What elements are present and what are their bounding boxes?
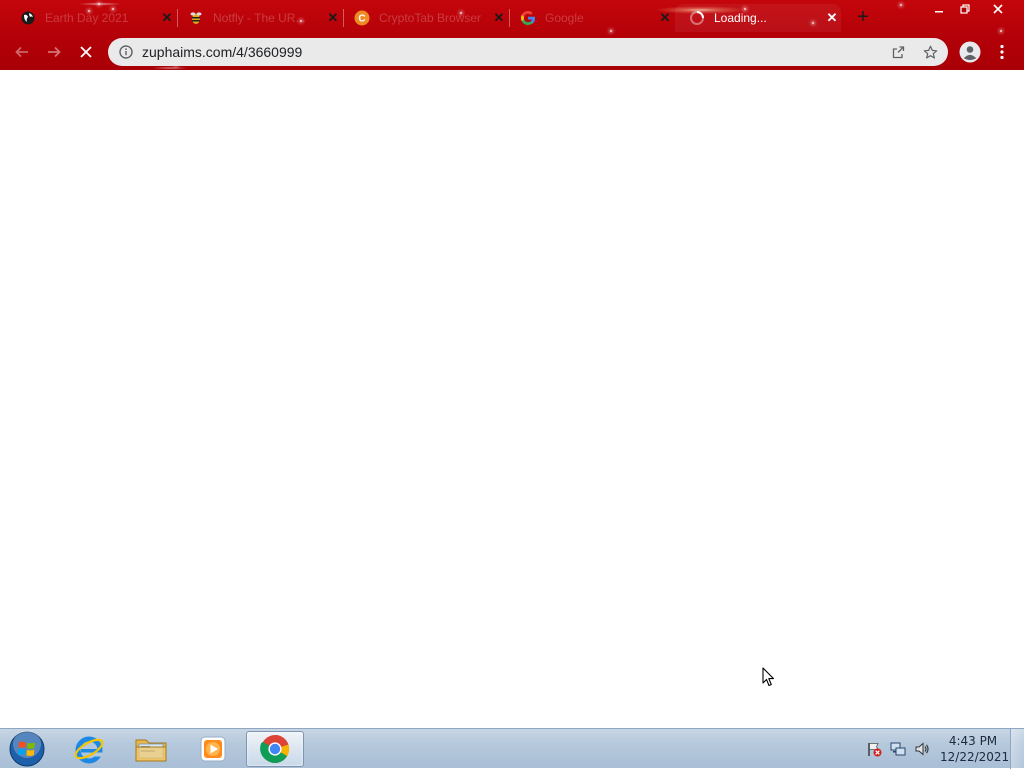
minimize-button[interactable] bbox=[926, 0, 952, 18]
svg-text:C: C bbox=[358, 14, 365, 25]
taskbar-windows-explorer[interactable] bbox=[124, 731, 178, 767]
theme-sparkle bbox=[1000, 30, 1002, 32]
stop-loading-button[interactable] bbox=[74, 40, 98, 64]
bookmark-star-icon[interactable] bbox=[922, 44, 938, 60]
tab-title: Earth Day 2021 bbox=[45, 11, 129, 25]
taskbar-internet-explorer[interactable] bbox=[62, 731, 116, 767]
close-icon[interactable]: ✕ bbox=[823, 9, 841, 27]
theme-sparkle bbox=[900, 4, 902, 6]
back-arrow-icon bbox=[15, 46, 28, 58]
windows-start-orb-icon bbox=[9, 731, 45, 767]
forward-arrow-icon bbox=[48, 46, 61, 58]
tab-title: Google bbox=[545, 11, 584, 25]
internet-explorer-icon bbox=[74, 736, 104, 764]
show-desktop-button[interactable] bbox=[1010, 729, 1024, 769]
browser-chrome: Earth Day 2021 ✕ Notfly - The UR... ✕ C … bbox=[0, 0, 1024, 70]
network-icon[interactable] bbox=[890, 741, 906, 757]
tab-title: CryptoTab Browser bbox=[379, 11, 482, 25]
browser-menu-button[interactable] bbox=[990, 40, 1014, 64]
volume-speaker-icon[interactable] bbox=[914, 741, 930, 757]
stop-icon bbox=[80, 46, 92, 58]
chrome-icon bbox=[260, 734, 290, 763]
taskbar-google-chrome[interactable] bbox=[246, 731, 304, 767]
restore-button[interactable] bbox=[952, 0, 978, 18]
tab-title: Loading... bbox=[714, 11, 767, 25]
bee-icon bbox=[188, 10, 204, 26]
share-icon[interactable] bbox=[890, 44, 906, 60]
avatar-icon bbox=[959, 41, 981, 63]
globe-icon bbox=[20, 10, 36, 26]
back-button[interactable] bbox=[10, 40, 34, 64]
web-page-viewport[interactable] bbox=[0, 70, 1024, 728]
loading-icon bbox=[689, 10, 705, 26]
clock-time: 4:43 PM bbox=[948, 734, 998, 748]
media-player-icon bbox=[200, 736, 226, 762]
clock-date: 12/22/2021 bbox=[940, 750, 1010, 764]
folder-icon bbox=[135, 739, 167, 762]
site-info-icon[interactable] bbox=[118, 44, 134, 60]
kebab-menu-icon bbox=[1000, 44, 1004, 60]
google-g-icon bbox=[520, 10, 536, 26]
tab-notfly[interactable]: Notfly - The UR... ✕ bbox=[174, 4, 342, 32]
address-bar[interactable]: zuphaims.com/4/3660999 bbox=[108, 38, 948, 66]
tab-google[interactable]: Google ✕ bbox=[506, 4, 674, 32]
url-text[interactable]: zuphaims.com/4/3660999 bbox=[142, 44, 302, 60]
mouse-cursor-icon bbox=[762, 667, 775, 687]
new-tab-button[interactable]: + bbox=[852, 7, 874, 28]
profile-button[interactable] bbox=[958, 40, 982, 64]
cryptotab-icon: C bbox=[354, 10, 370, 26]
taskbar: 4:43 PM 12/22/2021 bbox=[0, 728, 1024, 769]
tab-earth-day[interactable]: Earth Day 2021 ✕ bbox=[6, 4, 176, 32]
tab-title: Notfly - The UR... bbox=[213, 11, 306, 25]
taskbar-windows-media-player[interactable] bbox=[186, 731, 240, 767]
taskbar-clock[interactable]: 4:43 PM 12/22/2021 bbox=[940, 733, 1010, 765]
close-window-button[interactable] bbox=[984, 0, 1012, 18]
action-center-flag-icon[interactable] bbox=[866, 741, 882, 757]
forward-button[interactable] bbox=[42, 40, 66, 64]
close-icon[interactable]: ✕ bbox=[656, 9, 674, 27]
tab-cryptotab[interactable]: C CryptoTab Browser ✕ bbox=[340, 4, 508, 32]
tab-loading[interactable]: Loading... ✕ bbox=[675, 4, 841, 32]
start-button[interactable] bbox=[2, 731, 52, 767]
